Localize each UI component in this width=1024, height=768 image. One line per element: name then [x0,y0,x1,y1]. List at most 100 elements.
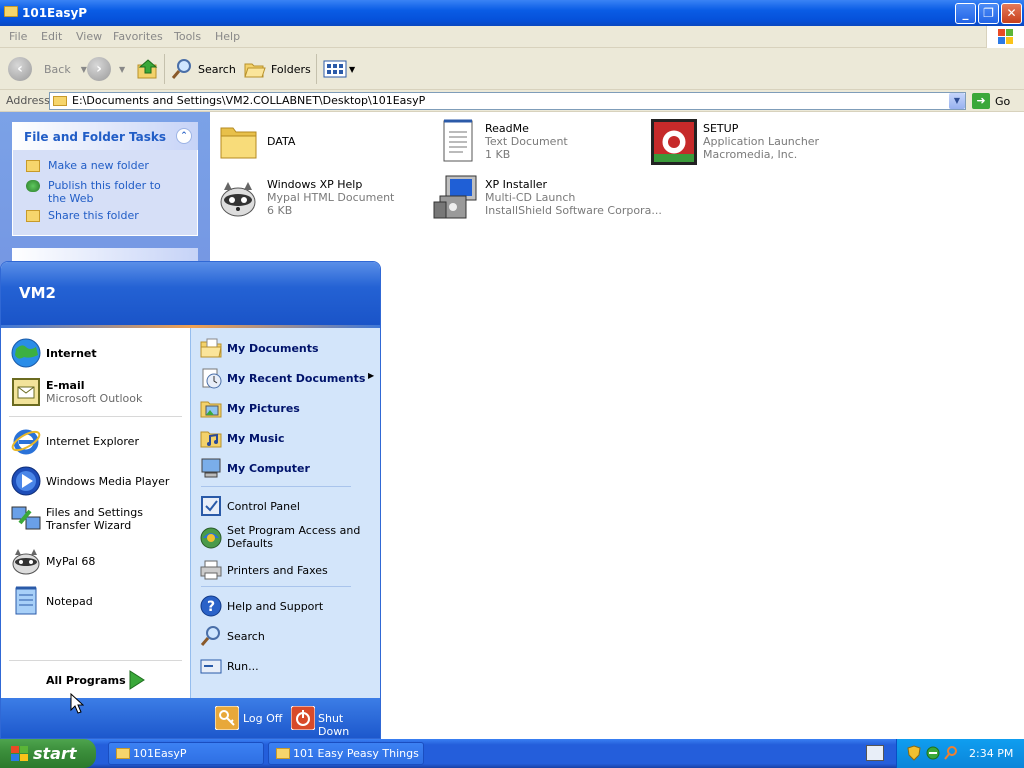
my-computer-icon [201,458,221,478]
program-internet[interactable]: Internet [3,336,188,370]
address-dropdown-icon[interactable]: ▼ [949,93,965,109]
internet-explorer-icon [11,429,41,455]
menu-view[interactable]: View [76,30,102,43]
folders-button[interactable]: Folders [243,56,311,82]
printer-icon [200,560,222,580]
green-arrow-icon [129,670,145,690]
file-folder-tasks-header[interactable]: File and Folder Tasks ⌃ [12,122,198,150]
program-windows-media-player[interactable]: Windows Media Player [3,464,188,498]
program-mypal[interactable]: MyPal 68 [3,544,188,578]
toolbar: ‹ Back ▼ › ▼ Search Folders ▼ [0,48,1024,90]
search-button[interactable]: Search [170,56,236,82]
system-tray: 2:34 PM [896,739,1024,768]
program-notepad[interactable]: Notepad [3,584,188,618]
menu-help[interactable]: Help [215,30,240,43]
publish-web-icon [26,180,40,192]
menu-tools[interactable]: Tools [174,30,201,43]
address-input[interactable]: E:\Documents and Settings\VM2.COLLABNET\… [49,92,966,110]
file-item-windows-xp-help[interactable]: Windows XP Help Mypal HTML Document 6 KB [216,174,416,222]
place-run[interactable]: Run... [195,652,379,680]
place-search[interactable]: Search [195,622,379,650]
title-bar[interactable]: 101EasyP _ ❐ ✕ [0,0,1024,26]
key-icon [215,706,239,730]
taskbar-task-101-easy-peasy[interactable]: 101 Easy Peasy Things [268,742,424,765]
program-files-settings-transfer[interactable]: Files and Settings Transfer Wizard [3,500,188,538]
place-my-recent-documents[interactable]: My Recent Documents ▶ [195,364,379,392]
program-access-icon [200,527,222,549]
user-name: VM2 [19,284,56,302]
place-my-pictures[interactable]: My Pictures [195,394,379,422]
back-dropdown-icon[interactable]: ▼ [81,65,87,74]
place-control-panel[interactable]: Control Panel [195,492,379,520]
menu-favorites[interactable]: Favorites [113,30,163,43]
text-document-icon [443,119,473,162]
minimize-button[interactable]: _ [955,3,976,24]
go-arrow-icon: ➜ [972,93,990,109]
program-email[interactable]: Internet E-mail Microsoft Outlook [3,374,188,410]
place-my-music[interactable]: My Music [195,424,379,452]
application-launcher-icon [651,119,697,165]
windows-flag-icon [11,746,28,761]
mouse-cursor-icon [70,693,84,714]
window-title: 101EasyP [22,6,88,20]
folder-icon [276,748,290,759]
start-menu-footer: Log Off Shut Down [1,698,380,738]
network-icon[interactable] [925,745,941,761]
taskbar-task-101easyp[interactable]: 101EasyP [108,742,264,765]
forward-arrow-icon: › [87,57,111,81]
collapse-chevron-icon[interactable]: ⌃ [176,128,192,144]
address-value: E:\Documents and Settings\VM2.COLLABNET\… [72,94,426,107]
views-button[interactable]: ▼ [323,56,355,82]
file-item-xp-installer[interactable]: XP Installer Multi-CD Launch InstallShie… [432,174,662,222]
place-printers-faxes[interactable]: Printers and Faxes [195,556,379,584]
run-icon [200,659,222,674]
installer-icon [433,175,477,219]
keyboard-icon[interactable] [866,745,884,761]
my-documents-icon [200,338,222,358]
help-icon: ? [200,595,222,617]
file-item-setup[interactable]: SETUP Application Launcher Macromedia, I… [650,118,850,166]
go-button[interactable]: ➜ Go [972,92,1022,110]
recent-documents-icon [202,368,222,389]
divider [9,660,182,661]
folders-icon [244,63,266,78]
raccoon-icon [12,549,40,575]
place-my-documents[interactable]: My Documents [195,334,379,362]
search-icon [171,59,191,79]
views-icon [323,60,347,78]
program-internet-explorer[interactable]: Internet Explorer [3,424,188,458]
forward-button[interactable]: › ▼ [87,56,125,82]
start-button[interactable]: start [0,739,96,768]
other-places-header[interactable] [12,248,198,262]
search-tray-icon[interactable] [943,745,959,761]
my-pictures-icon [200,401,222,418]
security-shield-icon[interactable] [907,745,921,761]
place-set-program-access[interactable]: Set Program Access and Defaults [195,522,379,554]
log-off-button[interactable]: Log Off [214,705,284,731]
file-item-data[interactable]: DATA [216,118,416,166]
start-menu-user-header: VM2 [1,262,380,325]
power-icon [291,706,315,730]
task-publish-folder[interactable]: Publish this folder to the Web [48,179,178,205]
menu-edit[interactable]: Edit [41,30,62,43]
place-my-computer[interactable]: My Computer [195,454,379,482]
file-item-readme[interactable]: ReadMe Text Document 1 KB [436,118,641,166]
divider [201,586,351,587]
new-folder-icon [26,160,40,172]
all-programs-button[interactable]: All Programs [31,666,161,694]
task-make-new-folder[interactable]: Make a new folder [48,159,149,172]
place-help-support[interactable]: ? Help and Support [195,592,379,620]
divider [201,486,351,487]
task-share-folder[interactable]: Share this folder [48,209,139,222]
menu-file[interactable]: File [9,30,27,43]
raccoon-icon [220,182,256,217]
up-folder-button[interactable] [136,56,160,82]
folder-icon [220,127,257,159]
shut-down-button[interactable]: Shut Down [290,705,374,738]
svg-text:?: ? [207,599,215,615]
back-button[interactable]: ‹ Back ▼ [8,56,87,82]
forward-dropdown-icon[interactable]: ▼ [119,65,125,74]
maximize-button[interactable]: ❐ [978,3,999,24]
close-button[interactable]: ✕ [1001,3,1022,24]
up-folder-icon [137,59,158,79]
